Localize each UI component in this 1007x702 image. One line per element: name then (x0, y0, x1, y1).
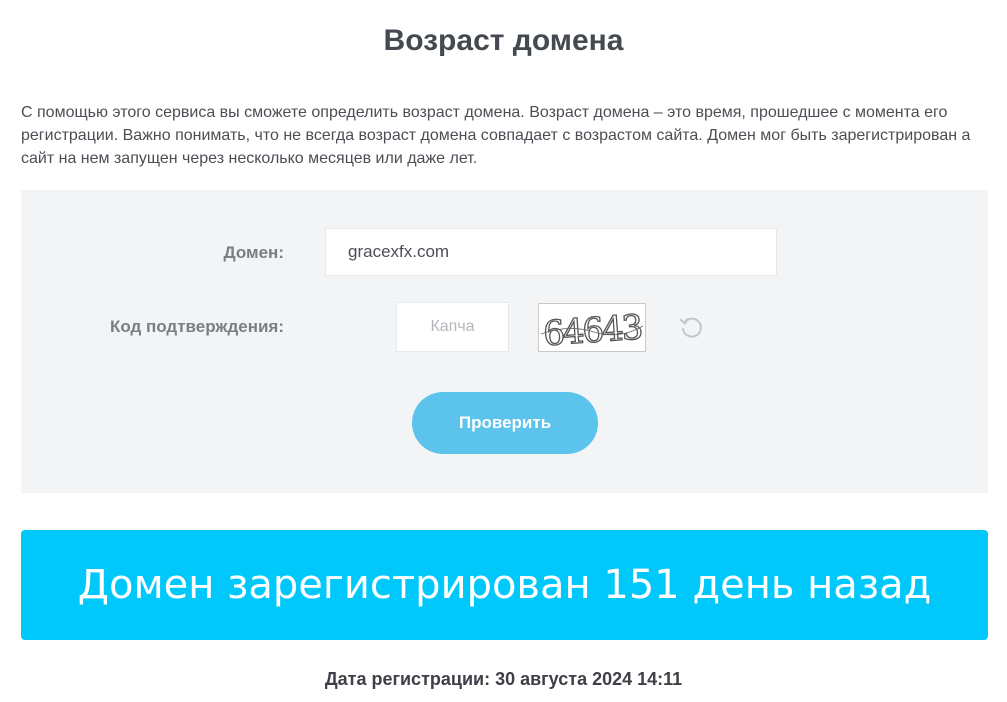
page-title: Возраст домена (383, 24, 624, 57)
form-panel: Домен: Код подтверждения: 64643 Проверит… (21, 190, 988, 493)
refresh-icon-graphic (680, 317, 702, 338)
intro-text: С помощью этого сервиса вы сможете опред… (21, 104, 971, 167)
refresh-icon[interactable] (677, 313, 705, 341)
captcha-label: Код подтверждения: (109, 317, 284, 336)
registration-date: Дата регистрации: 30 августа 2024 14:11 (324, 669, 683, 689)
domain-label: Домен: (223, 243, 284, 262)
captcha-graphic: 64643 (540, 307, 644, 351)
captcha-input[interactable] (396, 302, 509, 352)
result-banner: Домен зарегистрирован 151 день назад (21, 530, 988, 640)
result-text: Домен зарегистрирован 151 день назад (77, 562, 932, 608)
check-button[interactable]: Проверить (412, 392, 598, 454)
domain-input[interactable] (325, 228, 777, 276)
captcha-image: 64643 (538, 303, 646, 352)
